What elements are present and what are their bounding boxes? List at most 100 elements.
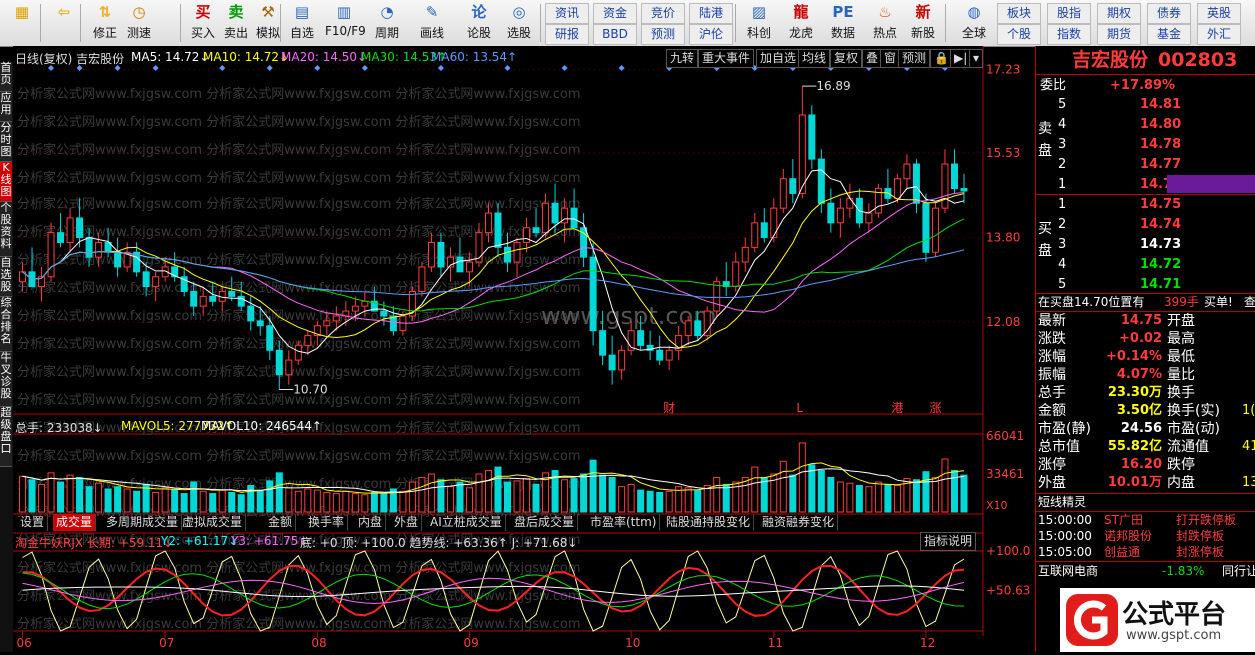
toolbar-link[interactable]: BBD <box>593 24 637 45</box>
volume-tab-5[interactable]: 换手率 <box>305 514 349 531</box>
buy-price[interactable]: 14.71 <box>1140 275 1181 294</box>
candle-body <box>618 349 626 371</box>
toolbar-button-folder[interactable]: ▤ 自选 <box>283 2 321 44</box>
left-tab-8[interactable]: 超级盘口 <box>0 407 12 467</box>
watermark-text: 分析家公式网www.fxjgsw.com 分析家公式网www.fxjgsw.co… <box>17 280 581 296</box>
news-stock[interactable]: ST广田 <box>1104 512 1143 528</box>
toolbar-button-select[interactable]: ◎ 选股 <box>500 2 538 44</box>
volume-tab-10[interactable]: 市盈率(ttm) <box>587 514 661 531</box>
toolbar-button-discuss[interactable]: 论论股 <box>460 2 498 44</box>
toolbar-button-period[interactable]: ◔ 周期 <box>368 2 406 44</box>
toolbar-link[interactable]: 外汇 <box>1197 24 1241 45</box>
volume-tab-3[interactable]: 虚拟成交量 <box>179 514 247 531</box>
candle-body <box>332 315 340 322</box>
news-title[interactable]: 短线精灵 <box>1038 493 1086 512</box>
toolbar-link[interactable]: 英股 <box>1197 3 1241 24</box>
toolbar-button-pe[interactable]: PE 数据 <box>824 2 862 44</box>
volume-tab-2[interactable]: 多周期成交量 <box>103 514 183 531</box>
toolbar-button-globe[interactable]: ◍ 全球 <box>955 2 993 44</box>
toolbar-button-clock[interactable]: ◷ 测速 <box>120 2 158 44</box>
volume-tab-0[interactable]: 设置 <box>17 514 49 531</box>
toolbar-link[interactable]: 股指 <box>1047 3 1091 24</box>
toolbar-button-hot[interactable]: ♨ 热点 <box>866 2 904 44</box>
toolbar-link[interactable]: 板块 <box>997 3 1041 24</box>
volume-bar <box>427 473 435 513</box>
sell-price[interactable]: 14.77 <box>1140 155 1181 174</box>
sell-price[interactable]: 14.80 <box>1140 115 1181 134</box>
volume-tab-9[interactable]: 盘后成交量 <box>511 514 579 531</box>
buy-price[interactable]: 14.72 <box>1140 255 1181 274</box>
stat-label: 最高 <box>1167 331 1195 347</box>
buy-note-more[interactable]: 查 <box>1244 293 1255 312</box>
buy-price[interactable]: 14.75 <box>1140 195 1181 214</box>
toolbar-button-hammer[interactable]: ⚒ 模拟 <box>249 2 287 44</box>
chart-tab-7[interactable]: 预测 <box>898 49 931 68</box>
toolbar-button-dragon[interactable]: 龍龙虎 <box>782 2 820 44</box>
volume-tab-4[interactable]: 金额 <box>265 514 297 531</box>
chart-tab-4[interactable]: 复权 <box>830 49 863 68</box>
left-tab-1[interactable]: 应用 <box>0 92 12 122</box>
left-tab-7[interactable]: 牛叉诊股 <box>0 352 12 407</box>
buy-note: 在买盘14.70位置有 <box>1038 295 1145 309</box>
volume-bar <box>637 489 645 513</box>
chart-tab-2[interactable]: 加自选 <box>756 49 801 68</box>
volume-tab-11[interactable]: 陆股通持股变化 <box>663 514 755 531</box>
toolbar-button-grid[interactable]: ▦ <box>3 2 41 44</box>
stat-label: 金额 <box>1038 403 1066 419</box>
indicator-help-button[interactable]: 指标说明 <box>920 532 977 551</box>
event-mark[interactable]: 涨 <box>929 400 941 415</box>
left-tab-0[interactable]: 首页 <box>0 62 12 92</box>
sell-price[interactable]: 14.78 <box>1140 135 1181 154</box>
toolbar-link[interactable]: 沪伦 <box>689 24 733 45</box>
toolbar-button-f10[interactable]: ▥ F10/F9 <box>325 2 366 44</box>
toolbar-link[interactable]: 研报 <box>545 24 589 45</box>
toolbar-link[interactable]: 陆港 <box>689 3 733 24</box>
toolbar-link[interactable]: 个股 <box>997 24 1041 45</box>
left-tab-4[interactable]: 个股资料 <box>0 202 12 257</box>
weibi-label: 委比 <box>1040 78 1067 93</box>
volume-tab-12[interactable]: 融资融券变化 <box>759 514 839 531</box>
left-tab-3[interactable]: K线图 <box>0 162 12 202</box>
volume-tab-6[interactable]: 内盘 <box>355 514 387 531</box>
toolbar-button-back-arrow[interactable]: ⇦ <box>45 2 83 44</box>
toolbar-link[interactable]: 预测 <box>641 24 685 45</box>
toolbar-button-pen[interactable]: ✎ 画线 <box>413 2 451 44</box>
candle-body <box>504 246 512 263</box>
event-mark[interactable]: 财 <box>663 401 675 415</box>
toolbar-link[interactable]: 期权 <box>1097 3 1141 24</box>
toolbar-link[interactable]: 资讯 <box>545 3 589 24</box>
toolbar-button-ipo[interactable]: 新新股 <box>904 2 942 44</box>
event-mark[interactable]: 港 <box>891 401 903 415</box>
volume-tab-1[interactable]: 成交量 <box>53 514 97 531</box>
toolbar-link[interactable]: 基金 <box>1147 24 1191 45</box>
price-tick-label: 17.23 <box>986 62 1020 76</box>
toolbar-link[interactable]: 期货 <box>1097 24 1141 45</box>
grid-icon: ▦ <box>14 3 30 21</box>
chart-tab-0[interactable]: 九转 <box>666 49 699 68</box>
chart-tab-5[interactable]: 叠 <box>862 49 883 68</box>
toolbar-link[interactable]: 指数 <box>1047 24 1091 45</box>
toolbar-link[interactable]: 资金 <box>593 3 637 24</box>
sector-tab[interactable]: 同行让 <box>1222 562 1255 581</box>
left-tab-5[interactable]: 自选股 <box>0 257 12 297</box>
chart-tab-6[interactable]: 窗 <box>880 49 901 68</box>
chart-tab-3[interactable]: 均线 <box>798 49 831 68</box>
sell-price[interactable]: 14.81 <box>1140 95 1181 114</box>
buy-price[interactable]: 14.74 <box>1140 215 1181 234</box>
volume-tab-7[interactable]: 外盘 <box>391 514 423 531</box>
sector-name[interactable]: 互联网电商 <box>1038 562 1098 581</box>
news-stock[interactable]: 创益通 <box>1104 544 1140 560</box>
buy-price[interactable]: 14.73 <box>1140 235 1181 254</box>
volume-tab-8[interactable]: AI立桩成交量 <box>427 514 506 531</box>
toolbar-button-chart[interactable]: ▨ 科创 <box>740 2 778 44</box>
chevron-down-icon[interactable]: ▾ <box>969 49 984 68</box>
news-stock[interactable]: 诺邦股份 <box>1104 528 1152 544</box>
left-tab-2[interactable]: 分时图 <box>0 122 12 162</box>
toolbar-link[interactable]: 竞价 <box>641 3 685 24</box>
chart-tab-1[interactable]: 重大事件 <box>698 49 755 68</box>
toolbar-link[interactable]: 债券 <box>1147 3 1191 24</box>
candle-body <box>865 212 873 224</box>
left-tab-6[interactable]: 综合排名 <box>0 297 12 352</box>
event-mark[interactable]: L <box>796 401 803 415</box>
toolbar-button-updown[interactable]: ⇅ 修正 <box>86 2 124 44</box>
